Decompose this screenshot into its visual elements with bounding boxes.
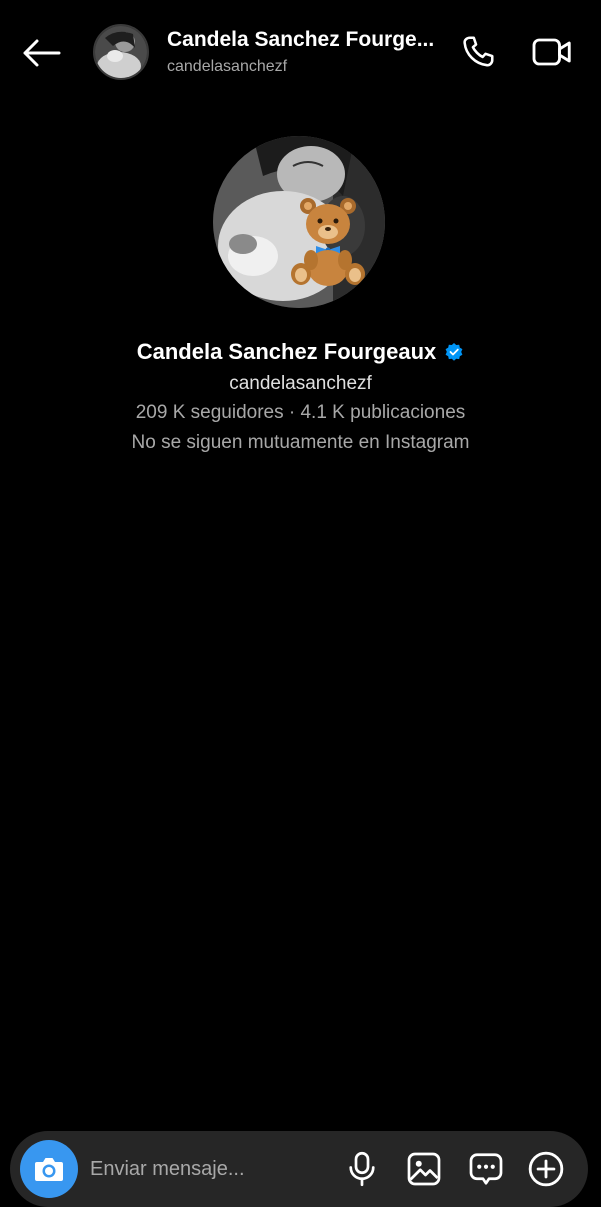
profile-stats: 209 K seguidores · 4.1 K publicaciones [135,402,466,423]
image-icon [407,1152,441,1186]
header-username: candelasanchezf [167,58,288,75]
message-composer [10,1131,588,1207]
chat-header: Candela Sanchez Fourge... candelasanchez… [0,0,601,104]
gallery-button[interactable] [404,1149,444,1189]
plus-circle-icon [528,1151,564,1187]
profile-photo [213,136,385,308]
video-call-button[interactable] [528,30,576,74]
more-options-button[interactable] [526,1149,566,1189]
camera-button[interactable] [20,1140,78,1198]
header-avatar[interactable] [93,24,149,80]
profile-avatar[interactable] [213,136,385,308]
back-button[interactable] [18,30,64,76]
message-input[interactable] [90,1155,340,1183]
profile-username: candelasanchezf [229,373,372,394]
chat-bubble-icon [469,1153,503,1185]
arrow-left-icon [23,39,61,67]
profile-display-name: Candela Sanchez Fourgeaux [136,339,437,364]
mutual-follow-status: No se siguen mutuamente en Instagram [131,432,470,453]
verified-badge-icon [445,343,463,361]
sticker-button[interactable] [466,1149,506,1189]
video-camera-icon [532,38,571,66]
profile-name-row: Candela Sanchez Fourgeaux [0,339,601,365]
microphone-icon [349,1151,375,1187]
phone-icon [463,36,494,67]
voice-message-button[interactable] [342,1149,382,1189]
avatar-photo [95,26,147,78]
header-display-name[interactable]: Candela Sanchez Fourge... [167,28,437,52]
call-button[interactable] [456,30,500,74]
camera-icon [35,1158,63,1181]
